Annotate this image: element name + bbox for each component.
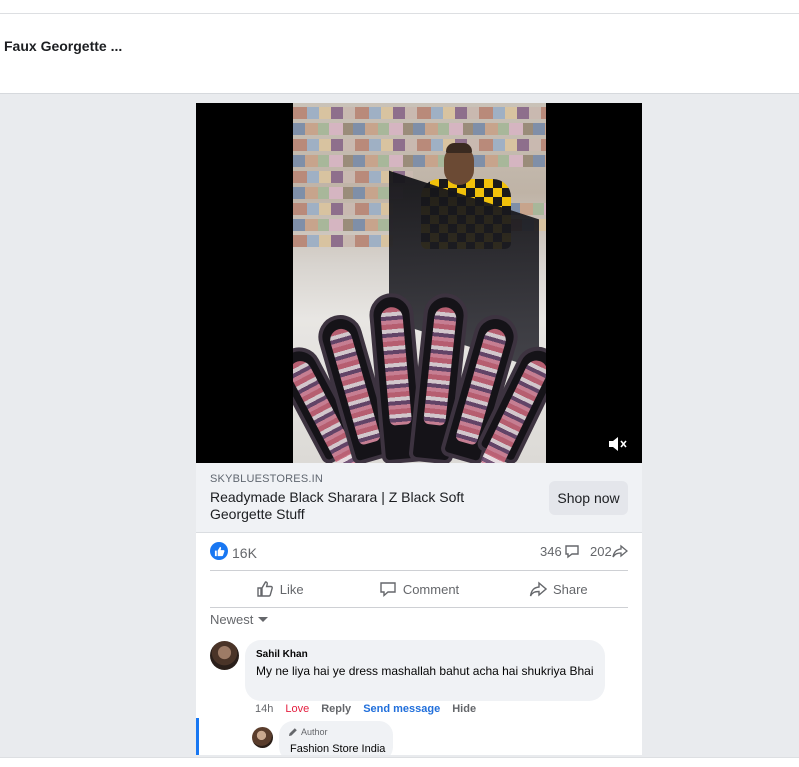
volume-muted-icon[interactable] [607,434,629,454]
comment-text: My ne liya hai ye dress mashallah bahut … [256,664,594,678]
ad-link-bar[interactable]: SKYBLUESTORES.IN Readymade Black Sharara… [196,463,642,533]
shelf [293,203,393,215]
like-label: Like [279,581,304,597]
reply-thread-indicator [196,718,199,755]
pencil-icon [289,728,297,736]
post-title[interactable]: Faux Georgette ... [4,38,122,54]
video-frame [293,103,546,463]
sort-label: Newest [210,612,254,627]
comment-bubble: Sahil Khan My ne liya hai ye dress masha… [245,640,605,701]
comment-count-icon [564,543,580,559]
ad-domain: SKYBLUESTORES.IN [210,473,324,485]
post-header: Faux Georgette ... [0,14,799,94]
share-count[interactable]: 202 [590,544,612,559]
ad-post-card: SKYBLUESTORES.IN Readymade Black Sharara… [196,103,642,755]
shelf [293,187,403,199]
shelf [293,235,393,247]
comment-timestamp[interactable]: 14h [255,703,273,715]
ad-title: Readymade Black Sharara | Z Black Soft G… [210,489,465,522]
comment-meta: 14h Love Reply Send message Hide [255,703,476,715]
hide-link[interactable]: Hide [452,703,476,715]
shelf [293,155,546,167]
author-avatar[interactable] [252,727,273,748]
shop-now-button[interactable]: Shop now [549,481,628,515]
author-name[interactable]: Fashion Store India [290,743,385,755]
reaction-stats: 16K 346 202 [210,539,629,565]
like-button[interactable]: Like [210,571,349,607]
post-actions: Like Comment Share [210,571,628,607]
top-strip [0,0,799,14]
comment-label: Comment [402,581,460,597]
comment-button[interactable]: Comment [349,571,488,607]
shelf [293,139,546,151]
comment-sort-dropdown[interactable]: Newest [210,612,269,627]
shelf [293,219,393,231]
author-reply-bubble: Author Fashion Store India [279,721,393,755]
video-player[interactable] [196,103,642,463]
like-count[interactable]: 16K [232,545,257,561]
divider [210,607,628,608]
author-badge: Author [288,727,328,737]
sharara-skirt [293,278,546,463]
send-message-link[interactable]: Send message [363,703,440,715]
comment-icon [380,582,396,598]
share-label: Share [552,581,588,597]
bottom-strip [0,757,799,767]
like-reaction-icon[interactable] [210,542,228,560]
reply-link[interactable]: Reply [321,703,351,715]
thumbs-up-icon [257,581,273,597]
comment-count[interactable]: 346 [540,544,562,559]
chevron-down-icon [258,616,269,622]
shopkeeper-cap [446,143,472,153]
share-icon [529,581,547,597]
commenter-avatar[interactable] [210,641,239,670]
share-button[interactable]: Share [489,571,628,607]
author-badge-label: Author [301,727,328,737]
commenter-name[interactable]: Sahil Khan [256,649,308,660]
shelf [293,107,546,119]
love-reaction-link[interactable]: Love [285,703,309,715]
shelf [293,123,546,135]
share-count-icon [612,543,629,559]
